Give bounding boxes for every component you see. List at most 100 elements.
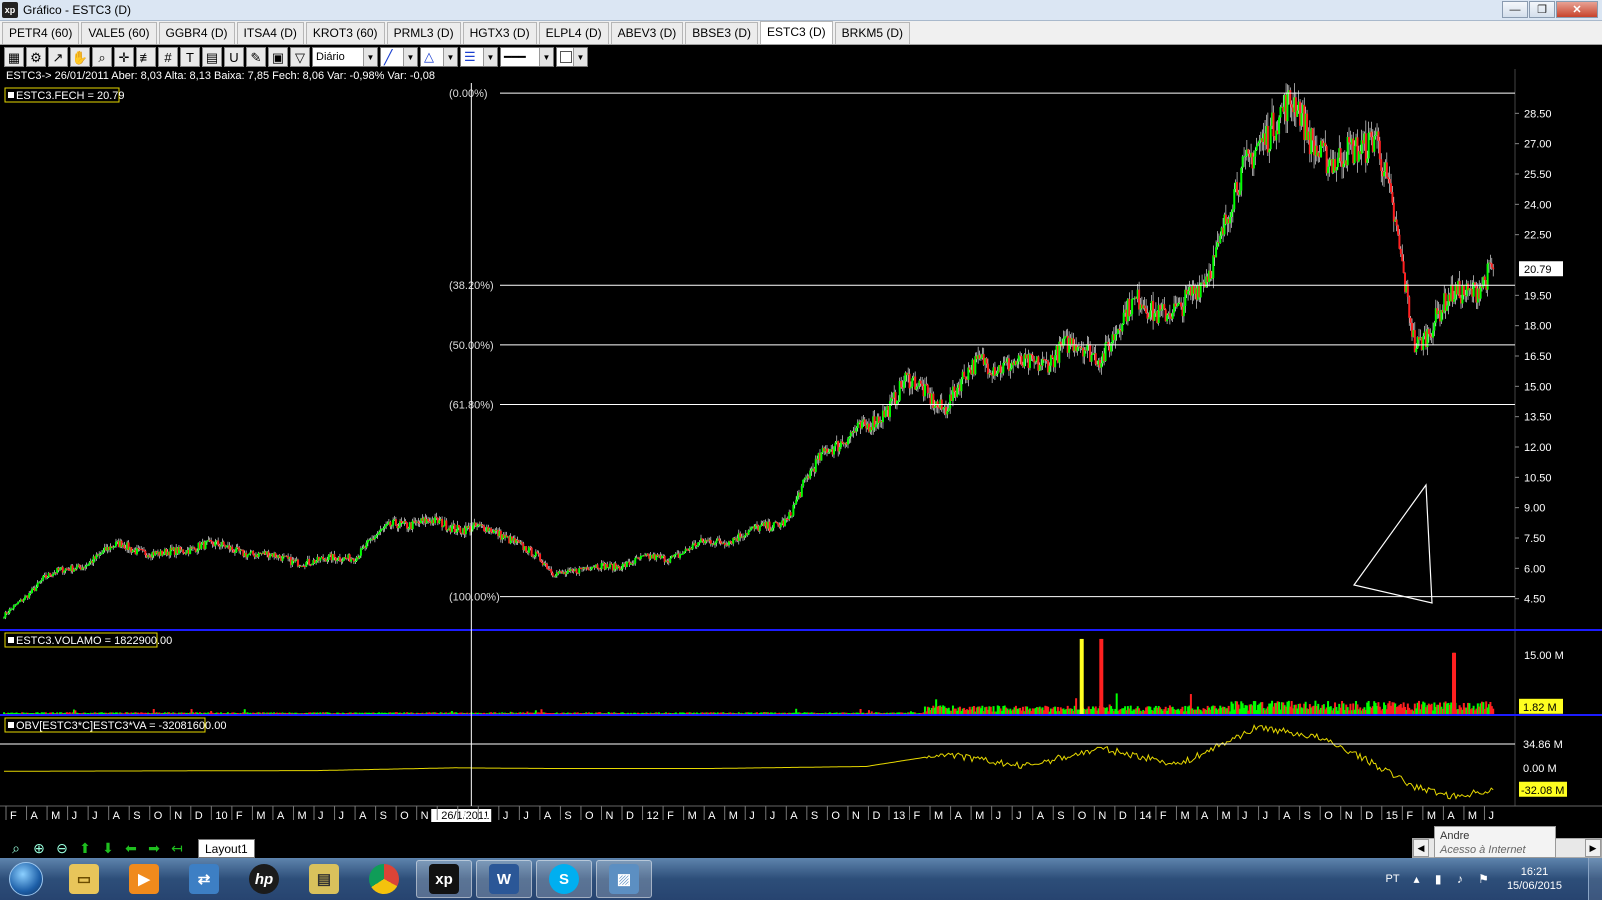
candle-body <box>1230 211 1233 217</box>
gear-icon[interactable]: ⚙ <box>26 47 46 67</box>
xp-icon[interactable]: xp <box>416 860 472 898</box>
candle-body <box>1020 356 1023 366</box>
candle-body <box>88 562 91 565</box>
candle-body <box>1391 192 1394 203</box>
fill-select[interactable]: ☰ ▼ <box>460 47 498 67</box>
start-button[interactable] <box>0 858 52 900</box>
tab-estc3[interactable]: ESTC3 (D) <box>759 21 833 44</box>
candle-body <box>373 537 376 540</box>
tab-ggbr4[interactable]: GGBR4 (D) <box>158 22 235 44</box>
clock[interactable]: 16:21 15/06/2015 <box>1507 865 1562 893</box>
tray-icons[interactable]: ▴ ▮ ♪ ⚑ <box>1414 872 1495 886</box>
candle-body <box>1016 361 1019 365</box>
candle-body <box>394 519 397 525</box>
x-tick-label: M <box>1468 810 1477 822</box>
calculator-icon[interactable]: ▤ <box>202 47 222 67</box>
photos-icon[interactable]: ▨ <box>596 860 652 898</box>
skype-icon[interactable]: S <box>536 860 592 898</box>
brush-icon[interactable]: ✎ <box>246 47 266 67</box>
candle-body <box>333 554 336 558</box>
candle-body <box>800 486 803 497</box>
x-tick-label: M <box>256 810 265 822</box>
layout-tab[interactable]: Layout1 <box>198 838 255 858</box>
magnet-icon[interactable]: U <box>224 47 244 67</box>
candle-body <box>1104 342 1107 362</box>
scanner-icon[interactable]: ▤ <box>296 860 352 898</box>
candle-body <box>617 565 620 568</box>
candle-body <box>46 577 49 579</box>
zoom-in-icon[interactable]: ⊕ <box>29 839 49 857</box>
candle-body <box>999 365 1002 373</box>
candle-body <box>63 570 66 573</box>
close-icon[interactable]: ✕ <box>1556 1 1598 18</box>
scroll-left-icon[interactable]: ◀ <box>1413 839 1429 857</box>
show-desktop-button[interactable] <box>1588 858 1602 900</box>
candle-body <box>600 563 603 570</box>
word-icon[interactable]: W <box>476 860 532 898</box>
fibonacci-icon[interactable]: ≢ <box>136 47 156 67</box>
candle-body <box>397 525 400 529</box>
candle-body <box>1083 349 1086 357</box>
grid-icon[interactable]: # <box>158 47 178 67</box>
line-style-select[interactable]: ╱ ▼ <box>380 47 418 67</box>
zoom-out-icon[interactable]: ⊖ <box>52 839 72 857</box>
tab-abev3[interactable]: ABEV3 (D) <box>610 22 684 44</box>
explorer-icon[interactable]: ▭ <box>56 860 112 898</box>
candle-body <box>714 543 717 545</box>
candle-body <box>1094 353 1097 365</box>
scroll-right-icon[interactable]: ▶ <box>1585 839 1601 857</box>
candle-body <box>3 617 5 619</box>
hp-icon[interactable]: hp <box>236 860 292 898</box>
trend-icon[interactable]: ↗ <box>48 47 68 67</box>
arrow-up-icon[interactable]: ⬆ <box>75 839 95 857</box>
candle-body <box>1076 347 1079 352</box>
candle-body <box>1492 267 1495 270</box>
tab-itsa4[interactable]: ITSA4 (D) <box>236 22 304 44</box>
candle-body <box>1483 276 1486 281</box>
tab-brkm5[interactable]: BRKM5 (D) <box>834 22 910 44</box>
candle-body <box>1311 128 1314 141</box>
candle-body <box>23 596 26 600</box>
tab-krot3[interactable]: KROT3 (60) <box>305 22 385 44</box>
candle-body <box>336 560 339 562</box>
arrow-back-icon[interactable]: ↤ <box>167 839 187 857</box>
candle-body <box>1348 136 1351 143</box>
zoom-fit-icon[interactable]: ⌕ <box>6 839 26 857</box>
filter-icon[interactable]: ▽ <box>290 47 310 67</box>
candle-body <box>37 582 40 584</box>
tab-prml3[interactable]: PRML3 (D) <box>386 22 461 44</box>
x-tick-label: A <box>544 810 552 822</box>
restore-icon[interactable]: ❐ <box>1529 1 1555 18</box>
tab-petr4[interactable]: PETR4 (60) <box>2 22 80 44</box>
crosshair-icon[interactable]: ✛ <box>114 47 134 67</box>
shape-select[interactable]: △ ▼ <box>420 47 458 67</box>
clipboard-icon[interactable]: ▣ <box>268 47 288 67</box>
hand-icon[interactable]: ✋ <box>70 47 90 67</box>
candle-body <box>148 555 151 557</box>
language-indicator[interactable]: PT <box>1385 873 1399 885</box>
chevron-down-icon: ▼ <box>363 48 377 66</box>
arrow-left-icon[interactable]: ⬅ <box>121 839 141 857</box>
text-icon[interactable]: T <box>180 47 200 67</box>
candle-body <box>1432 330 1435 338</box>
arrow-right-icon[interactable]: ➡ <box>144 839 164 857</box>
tab-hgtx3[interactable]: HGTX3 (D) <box>462 22 537 44</box>
zoom-icon[interactable]: ⌕ <box>92 47 112 67</box>
arrow-down-icon[interactable]: ⬇ <box>98 839 118 857</box>
color-select[interactable]: ▼ <box>556 47 588 67</box>
minimize-icon[interactable]: — <box>1502 1 1528 18</box>
network-icon[interactable]: ⇄ <box>176 860 232 898</box>
x-tick-label: A <box>1447 810 1455 822</box>
tab-bbse3[interactable]: BBSE3 (D) <box>685 22 758 44</box>
tab-vale5[interactable]: VALE5 (60) <box>81 22 157 44</box>
tab-elpl4[interactable]: ELPL4 (D) <box>538 22 609 44</box>
chrome-icon[interactable] <box>356 860 412 898</box>
chart-icon[interactable]: ▦ <box>4 47 24 67</box>
price-tick-label: 18.00 <box>1524 321 1552 333</box>
candle-body <box>1427 329 1430 335</box>
stock-chart[interactable]: (0.00%)(38.20%)(50.00%)(61.80%)(100.00%)… <box>0 69 1602 838</box>
periodicity-select[interactable]: Diário ▼ <box>312 47 378 67</box>
app-window: xp Gráfico - ESTC3 (D) — ❐ ✕ PETR4 (60) V… <box>0 0 1602 900</box>
stroke-select[interactable]: ━━━ ▼ <box>500 47 554 67</box>
media-player-icon[interactable]: ▶ <box>116 860 172 898</box>
